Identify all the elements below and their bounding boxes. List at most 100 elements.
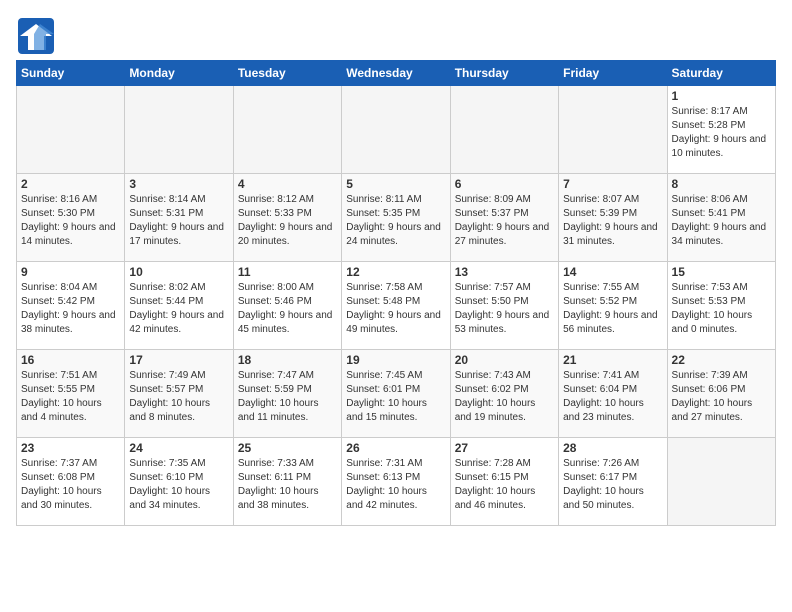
day-info: Sunrise: 8:12 AM Sunset: 5:33 PM Dayligh…: [238, 193, 337, 249]
day-number: 25: [238, 441, 337, 455]
day-info: Sunrise: 7:41 AM Sunset: 6:04 PM Dayligh…: [563, 369, 662, 425]
calendar-week-4: 16Sunrise: 7:51 AM Sunset: 5:55 PM Dayli…: [17, 350, 776, 438]
calendar-header-row: SundayMondayTuesdayWednesdayThursdayFrid…: [17, 61, 776, 86]
day-info: Sunrise: 7:55 AM Sunset: 5:52 PM Dayligh…: [563, 281, 662, 337]
calendar-cell: [17, 86, 125, 174]
day-info: Sunrise: 7:35 AM Sunset: 6:10 PM Dayligh…: [129, 457, 228, 513]
calendar-cell: 10 Sunrise: 8:02 AM Sunset: 5:44 PM Dayli…: [125, 262, 233, 350]
day-number: 18: [238, 353, 337, 367]
calendar-week-5: 23 Sunrise: 7:37 AM Sunset: 6:08 PM Dayli…: [17, 438, 776, 526]
calendar-cell: 6 Sunrise: 8:09 AM Sunset: 5:37 PM Daylig…: [450, 174, 558, 262]
weekday-header-friday: Friday: [559, 61, 667, 86]
day-number: 14: [563, 265, 662, 279]
calendar-week-3: 9 Sunrise: 8:04 AM Sunset: 5:42 PM Daylig…: [17, 262, 776, 350]
calendar-cell: 23 Sunrise: 7:37 AM Sunset: 6:08 PM Dayli…: [17, 438, 125, 526]
calendar-cell: [233, 86, 341, 174]
day-info: Sunrise: 8:17 AM Sunset: 5:28 PM Dayligh…: [672, 105, 771, 161]
calendar-cell: 22 Sunrise: 7:39 AM Sunset: 6:06 PM Dayli…: [667, 350, 775, 438]
day-number: 12: [346, 265, 445, 279]
calendar-week-2: 2 Sunrise: 8:16 AM Sunset: 5:30 PM Daylig…: [17, 174, 776, 262]
weekday-header-monday: Monday: [125, 61, 233, 86]
day-info: Sunrise: 7:33 AM Sunset: 6:11 PM Dayligh…: [238, 457, 337, 513]
day-number: 4: [238, 177, 337, 191]
day-info: Sunrise: 7:49 AM Sunset: 5:57 PM Dayligh…: [129, 369, 228, 425]
calendar-cell: 17 Sunrise: 7:49 AM Sunset: 5:57 PM Dayli…: [125, 350, 233, 438]
day-info: Sunrise: 8:07 AM Sunset: 5:39 PM Dayligh…: [563, 193, 662, 249]
day-number: 15: [672, 265, 771, 279]
calendar-cell: [450, 86, 558, 174]
weekday-header-saturday: Saturday: [667, 61, 775, 86]
calendar-cell: 25 Sunrise: 7:33 AM Sunset: 6:11 PM Dayli…: [233, 438, 341, 526]
day-info: Sunrise: 7:28 AM Sunset: 6:15 PM Dayligh…: [455, 457, 554, 513]
page-header: [16, 16, 776, 56]
calendar-cell: 26 Sunrise: 7:31 AM Sunset: 6:13 PM Dayli…: [342, 438, 450, 526]
calendar-cell: [125, 86, 233, 174]
calendar-cell: 16Sunrise: 7:51 AM Sunset: 5:55 PM Dayli…: [17, 350, 125, 438]
weekday-header-thursday: Thursday: [450, 61, 558, 86]
day-info: Sunrise: 8:02 AM Sunset: 5:44 PM Dayligh…: [129, 281, 228, 337]
day-number: 5: [346, 177, 445, 191]
day-number: 23: [21, 441, 120, 455]
calendar-cell: 3 Sunrise: 8:14 AM Sunset: 5:31 PM Daylig…: [125, 174, 233, 262]
calendar-cell: 27Sunrise: 7:28 AM Sunset: 6:15 PM Dayli…: [450, 438, 558, 526]
day-info: Sunrise: 8:14 AM Sunset: 5:31 PM Dayligh…: [129, 193, 228, 249]
weekday-header-wednesday: Wednesday: [342, 61, 450, 86]
day-info: Sunrise: 7:53 AM Sunset: 5:53 PM Dayligh…: [672, 281, 771, 337]
calendar-cell: 7 Sunrise: 8:07 AM Sunset: 5:39 PM Daylig…: [559, 174, 667, 262]
calendar-cell: 12 Sunrise: 7:58 AM Sunset: 5:48 PM Dayli…: [342, 262, 450, 350]
calendar-cell: 1 Sunrise: 8:17 AM Sunset: 5:28 PM Daylig…: [667, 86, 775, 174]
day-number: 22: [672, 353, 771, 367]
logo-icon: [16, 16, 56, 56]
day-info: Sunrise: 7:47 AM Sunset: 5:59 PM Dayligh…: [238, 369, 337, 425]
day-info: Sunrise: 7:31 AM Sunset: 6:13 PM Dayligh…: [346, 457, 445, 513]
calendar-cell: 4 Sunrise: 8:12 AM Sunset: 5:33 PM Daylig…: [233, 174, 341, 262]
day-info: Sunrise: 8:04 AM Sunset: 5:42 PM Dayligh…: [21, 281, 120, 337]
day-number: 24: [129, 441, 228, 455]
day-number: 3: [129, 177, 228, 191]
day-number: 26: [346, 441, 445, 455]
calendar-cell: 21 Sunrise: 7:41 AM Sunset: 6:04 PM Dayli…: [559, 350, 667, 438]
day-number: 2: [21, 177, 120, 191]
calendar: SundayMondayTuesdayWednesdayThursdayFrid…: [16, 60, 776, 526]
day-info: Sunrise: 7:51 AM Sunset: 5:55 PM Dayligh…: [21, 369, 120, 425]
day-number: 21: [563, 353, 662, 367]
day-number: 20: [455, 353, 554, 367]
day-info: Sunrise: 8:11 AM Sunset: 5:35 PM Dayligh…: [346, 193, 445, 249]
calendar-cell: 5 Sunrise: 8:11 AM Sunset: 5:35 PM Daylig…: [342, 174, 450, 262]
logo: [16, 16, 58, 56]
day-info: Sunrise: 8:06 AM Sunset: 5:41 PM Dayligh…: [672, 193, 771, 249]
calendar-cell: 15 Sunrise: 7:53 AM Sunset: 5:53 PM Dayli…: [667, 262, 775, 350]
weekday-header-sunday: Sunday: [17, 61, 125, 86]
day-info: Sunrise: 7:58 AM Sunset: 5:48 PM Dayligh…: [346, 281, 445, 337]
day-number: 1: [672, 89, 771, 103]
day-info: Sunrise: 7:43 AM Sunset: 6:02 PM Dayligh…: [455, 369, 554, 425]
calendar-cell: 24 Sunrise: 7:35 AM Sunset: 6:10 PM Dayli…: [125, 438, 233, 526]
day-number: 13: [455, 265, 554, 279]
day-info: Sunrise: 8:16 AM Sunset: 5:30 PM Dayligh…: [21, 193, 120, 249]
day-info: Sunrise: 8:00 AM Sunset: 5:46 PM Dayligh…: [238, 281, 337, 337]
day-info: Sunrise: 7:26 AM Sunset: 6:17 PM Dayligh…: [563, 457, 662, 513]
day-number: 7: [563, 177, 662, 191]
calendar-cell: 18 Sunrise: 7:47 AM Sunset: 5:59 PM Dayli…: [233, 350, 341, 438]
calendar-cell: 13Sunrise: 7:57 AM Sunset: 5:50 PM Dayli…: [450, 262, 558, 350]
day-info: Sunrise: 7:37 AM Sunset: 6:08 PM Dayligh…: [21, 457, 120, 513]
day-number: 6: [455, 177, 554, 191]
calendar-cell: 28Sunrise: 7:26 AM Sunset: 6:17 PM Dayli…: [559, 438, 667, 526]
calendar-cell: 2 Sunrise: 8:16 AM Sunset: 5:30 PM Daylig…: [17, 174, 125, 262]
day-number: 10: [129, 265, 228, 279]
calendar-cell: 9 Sunrise: 8:04 AM Sunset: 5:42 PM Daylig…: [17, 262, 125, 350]
day-info: Sunrise: 8:09 AM Sunset: 5:37 PM Dayligh…: [455, 193, 554, 249]
calendar-week-1: 1 Sunrise: 8:17 AM Sunset: 5:28 PM Daylig…: [17, 86, 776, 174]
calendar-cell: 19 Sunrise: 7:45 AM Sunset: 6:01 PM Dayli…: [342, 350, 450, 438]
calendar-cell: 20 Sunrise: 7:43 AM Sunset: 6:02 PM Dayli…: [450, 350, 558, 438]
day-number: 9: [21, 265, 120, 279]
calendar-cell: 8 Sunrise: 8:06 AM Sunset: 5:41 PM Daylig…: [667, 174, 775, 262]
day-number: 8: [672, 177, 771, 191]
day-info: Sunrise: 7:39 AM Sunset: 6:06 PM Dayligh…: [672, 369, 771, 425]
calendar-cell: [342, 86, 450, 174]
day-number: 19: [346, 353, 445, 367]
calendar-cell: 11Sunrise: 8:00 AM Sunset: 5:46 PM Dayli…: [233, 262, 341, 350]
day-number: 17: [129, 353, 228, 367]
day-info: Sunrise: 7:45 AM Sunset: 6:01 PM Dayligh…: [346, 369, 445, 425]
calendar-cell: 14 Sunrise: 7:55 AM Sunset: 5:52 PM Dayli…: [559, 262, 667, 350]
